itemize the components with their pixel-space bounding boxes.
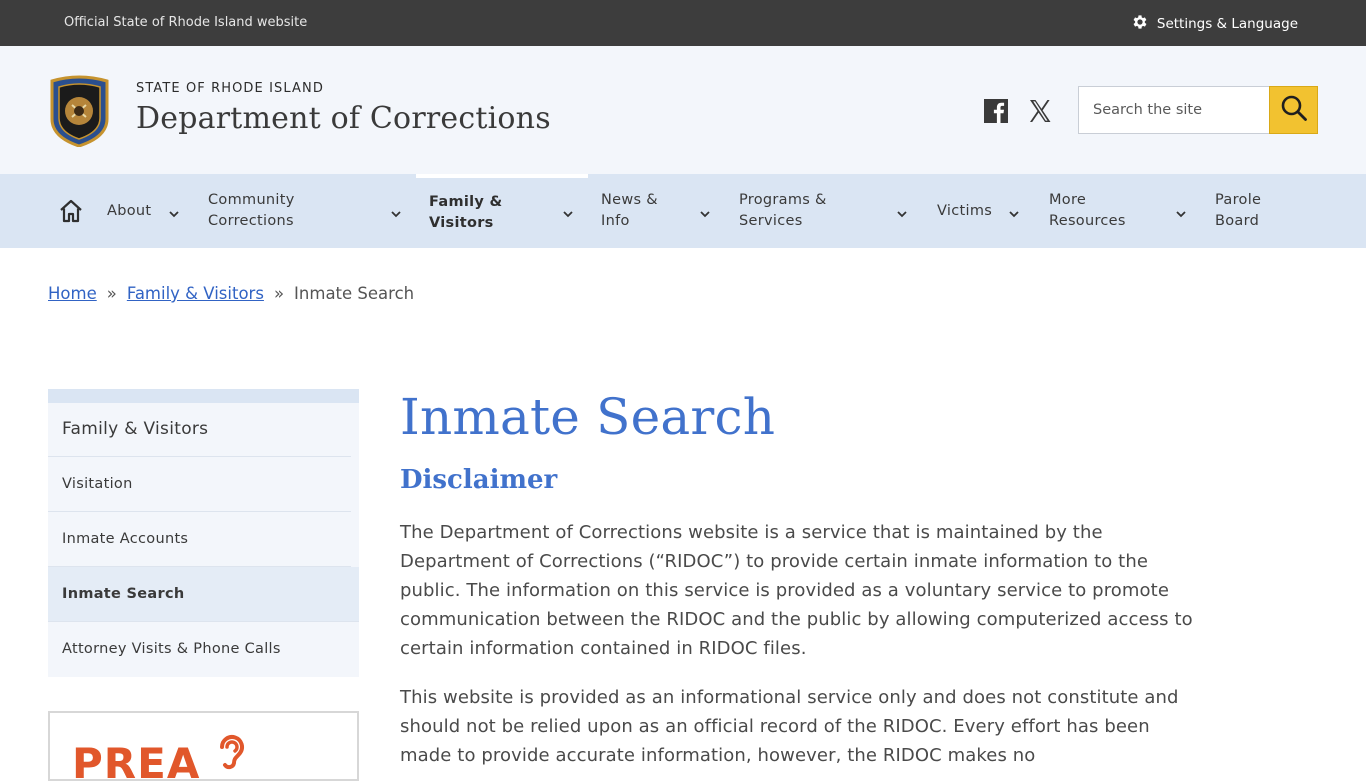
search-icon [1280,94,1308,126]
chevron-down-icon[interactable] [1175,205,1187,218]
chevron-down-icon[interactable] [562,205,574,218]
nav-item-victims[interactable]: Victims [937,174,1029,248]
breadcrumb-separator: » [106,284,117,303]
chevron-down-icon[interactable] [1008,205,1020,218]
chevron-down-icon[interactable] [168,205,180,218]
sidebar-item-attorney-visits[interactable]: Attorney Visits & Phone Calls [48,622,351,677]
nav-item-label: Family & Visitors [429,194,503,231]
breadcrumb: Home » Family & Visitors » Inmate Search [48,284,414,303]
sidebar-item-inmate-accounts[interactable]: Inmate Accounts [48,512,351,567]
nav-item-label: Victims [937,202,993,219]
facebook-icon[interactable] [983,98,1009,124]
search-button[interactable] [1269,86,1318,134]
chevron-down-icon[interactable] [390,205,402,218]
sidebar-item-visitation[interactable]: Visitation [48,457,351,512]
nav-item-programs-services[interactable]: Programs & Services [739,174,915,248]
sidebar-item-inmate-search[interactable]: Inmate Search [48,567,359,622]
official-site-text: Official State of Rhode Island website [64,15,308,30]
nav-item-label: Programs & Services [739,192,827,229]
department-name[interactable]: Department of Corrections [136,101,551,136]
gear-icon [1131,13,1149,35]
prea-banner[interactable]: PREA [48,711,359,781]
breadcrumb-home-link[interactable]: Home [48,284,97,303]
hearing-icon [210,733,250,777]
nav-item-community-corrections[interactable]: Community Corrections [208,174,408,248]
disclaimer-paragraph: This website is provided as an informati… [400,687,1179,766]
page-title: Inmate Search [400,388,776,446]
nav-item-label: Community Corrections [208,192,295,229]
section-sidebar: Family & Visitors Visitation Inmate Acco… [48,389,359,677]
nav-item-label: Parole Board [1215,192,1262,229]
ridoc-seal-logo[interactable] [48,75,111,148]
nav-item-label: More Resources [1049,192,1126,229]
main-navigation: About Community Corrections Family & Vis… [0,174,1366,248]
nav-item-label: About [107,202,152,219]
disclaimer-paragraph: The Department of Corrections website is… [400,522,1193,659]
nav-item-label: News & Info [601,192,658,229]
nav-item-family-visitors[interactable]: Family & Visitors [416,174,588,248]
state-name: STATE OF RHODE ISLAND [136,81,324,96]
top-bar: Official State of Rhode Island website S… [0,0,1366,46]
disclaimer-heading: Disclaimer [400,465,558,495]
chevron-down-icon[interactable] [896,205,908,218]
nav-item-more-resources[interactable]: More Resources [1049,174,1193,248]
home-icon[interactable] [58,198,84,224]
settings-language-button[interactable]: Settings & Language [1131,13,1298,35]
site-header: STATE OF RHODE ISLAND Department of Corr… [0,46,1366,174]
chevron-down-icon[interactable] [699,205,711,218]
nav-item-about[interactable]: About [107,174,187,248]
nav-item-parole-board[interactable]: Parole Board [1215,174,1285,248]
nav-item-news-info[interactable]: News & Info [601,174,719,248]
breadcrumb-separator: » [273,284,285,303]
prea-logo-text: PREA [72,739,201,781]
x-twitter-icon[interactable] [1027,98,1053,124]
breadcrumb-family-visitors-link[interactable]: Family & Visitors [127,284,264,303]
breadcrumb-current: Inmate Search [294,284,415,303]
sidebar-item-family-visitors[interactable]: Family & Visitors [48,403,351,457]
sidebar-top-strip [48,389,359,403]
site-search-input[interactable] [1078,86,1270,134]
settings-language-label: Settings & Language [1156,16,1298,32]
